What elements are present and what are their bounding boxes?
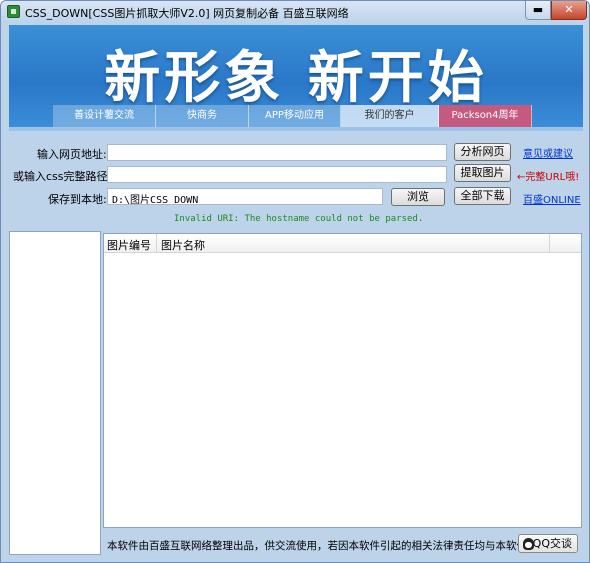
app-window: CSS_DOWN[CSS图片抓取大师V2.0] 网页复制必备 百盛互联网络 ▬ …: [0, 0, 590, 563]
table-header: 图片编号 图片名称: [104, 234, 581, 253]
banner-nav-item[interactable]: 善设计薯交流: [53, 105, 156, 127]
image-table[interactable]: 图片编号 图片名称: [103, 233, 582, 528]
column-header-name[interactable]: 图片名称: [161, 237, 205, 253]
minimize-button[interactable]: ▬: [525, 1, 551, 20]
title-bar: CSS_DOWN[CSS图片抓取大师V2.0] 网页复制必备 百盛互联网络 ▬ …: [1, 1, 589, 23]
feedback-link[interactable]: 意见或建议: [523, 145, 573, 160]
close-button[interactable]: ✕: [551, 1, 587, 20]
column-header-id[interactable]: 图片编号: [107, 237, 151, 253]
window-title: CSS_DOWN[CSS图片抓取大师V2.0] 网页复制必备 百盛互联网络: [25, 7, 349, 20]
left-list-panel[interactable]: [9, 231, 101, 555]
download-all-button[interactable]: 全部下载: [454, 187, 511, 205]
banner-bottom-strip: [9, 127, 583, 131]
qq-chat-label: QQ交谈: [532, 537, 572, 550]
qq-chat-button[interactable]: QQ交谈: [518, 534, 578, 553]
banner-headline: 新形象 新开始: [104, 46, 488, 111]
banner-ad[interactable]: 新形象 新开始 善设计薯交流 快商务 APP移动应用 我们的客户 Packson…: [9, 25, 583, 131]
banner-nav-item[interactable]: APP移动应用: [249, 105, 341, 127]
column-divider: [549, 234, 550, 252]
browse-button[interactable]: 浏览: [391, 188, 445, 206]
online-link[interactable]: 百盛ONLINE: [523, 191, 581, 206]
status-message: Invalid URI: The hostname could not be p…: [174, 214, 424, 224]
save-path-input[interactable]: D:\图片CSS_DOWN: [107, 188, 383, 205]
extract-images-button[interactable]: 提取图片: [454, 164, 511, 182]
css-path-input[interactable]: [107, 166, 447, 183]
analyze-page-button[interactable]: 分析网页: [454, 143, 511, 161]
column-divider: [156, 234, 157, 252]
banner-nav-item[interactable]: Packson4周年: [439, 105, 532, 127]
url-label: 输入网页地址:: [37, 148, 107, 161]
footer-notice: 本软件由百盛互联网络整理出品，供交流使用，若因本软件引起的相关法律责任均与本软件…: [107, 540, 553, 552]
save-path-label: 保存到本地:: [48, 193, 107, 206]
css-path-label: 或输入css完整路径:: [13, 170, 112, 183]
qq-penguin-icon: [523, 538, 534, 550]
full-url-hint: ←完整URL哦!: [517, 172, 580, 183]
banner-nav-item[interactable]: 快商务: [156, 105, 249, 127]
url-input[interactable]: [107, 144, 447, 161]
app-icon: [7, 5, 20, 18]
banner-nav-item[interactable]: 我们的客户: [341, 105, 439, 127]
